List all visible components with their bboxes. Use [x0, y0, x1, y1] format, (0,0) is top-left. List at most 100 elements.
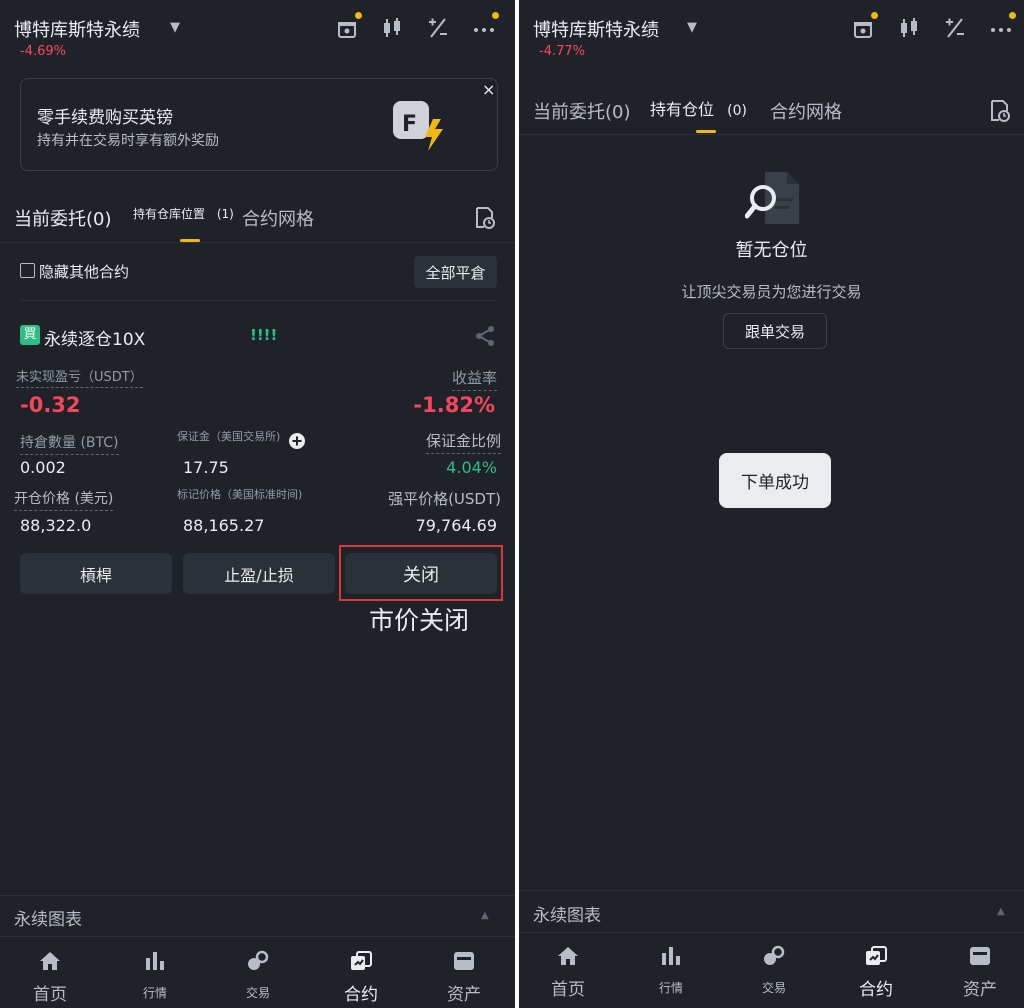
- chart-toggle-label[interactable]: 永续图表: [533, 901, 601, 926]
- copy-trading-button[interactable]: 跟单交易: [723, 313, 827, 349]
- close-all-button[interactable]: 全部平倉: [414, 256, 497, 288]
- wallet-icon: [452, 950, 476, 972]
- tabs-divider: [0, 242, 515, 243]
- market-icon: [143, 950, 167, 972]
- nav-markets[interactable]: 行情: [115, 950, 195, 1001]
- nav-markets[interactable]: 行情: [631, 945, 711, 996]
- price-change: -4.69%: [20, 44, 66, 59]
- margin-label: 保证金（美国交易所): [177, 430, 281, 443]
- history-icon[interactable]: [989, 99, 1011, 123]
- wallet-icon: [968, 945, 992, 967]
- position-name[interactable]: 永续逐仓10X: [44, 325, 145, 350]
- tpsl-button[interactable]: 止盈/止损: [183, 553, 335, 594]
- tab-positions[interactable]: 持有仓库位置 (1): [133, 205, 234, 222]
- tab-grid[interactable]: 合约网格: [242, 205, 314, 231]
- margin-ratio-value: 4.04%: [446, 458, 497, 477]
- nav-futures[interactable]: 合约: [321, 950, 401, 1005]
- pnl-label[interactable]: 未实现盈亏（USDT）: [16, 366, 143, 388]
- nav-divider: [519, 932, 1024, 933]
- nav-trade[interactable]: 交易: [734, 945, 814, 996]
- more-icon[interactable]: [472, 12, 499, 40]
- buy-badge: 買: [20, 325, 40, 345]
- nav-home[interactable]: 首页: [10, 950, 90, 1005]
- roi-label[interactable]: 收益率: [451, 367, 497, 391]
- gift-icon[interactable]: [335, 12, 362, 40]
- nav-futures-label: 合约: [859, 980, 893, 1000]
- candlestick-icon[interactable]: [380, 16, 404, 40]
- nav-home-label: 首页: [33, 985, 67, 1005]
- chart-toggle-label[interactable]: 永续图表: [14, 905, 82, 930]
- tab-positions-label: 持有仓位: [650, 100, 715, 119]
- nav-assets[interactable]: 资产: [424, 950, 504, 1005]
- empty-search-icon: [745, 170, 803, 226]
- nav-home[interactable]: 首页: [528, 945, 608, 1000]
- entry-price-value: 88,322.0: [20, 516, 92, 535]
- liq-price-label: 强平价格(USDT): [388, 490, 501, 508]
- toast-order-success: 下单成功: [719, 453, 831, 508]
- nav-markets-label: 行情: [142, 986, 167, 1000]
- footer-divider: [0, 895, 515, 896]
- promo-banner[interactable]: 零手续费购买英镑 持有并在交易时享有额外奖励 × F: [20, 78, 498, 171]
- pnl-value: -0.32: [20, 393, 81, 417]
- mark-price-label: 标记价格（美国标准时间): [177, 488, 303, 501]
- futures-icon: [349, 950, 373, 972]
- nav-trade-label: 交易: [761, 981, 786, 995]
- nav-futures-label: 合约: [344, 985, 378, 1005]
- tab-open-orders[interactable]: 当前委托(0): [14, 205, 112, 231]
- entry-price-label[interactable]: 开仓价格 (美元): [14, 488, 114, 511]
- chevron-up-icon[interactable]: ▲: [481, 910, 489, 921]
- promo-title: 零手续费购买英镑: [37, 108, 173, 128]
- tab-open-orders[interactable]: 当前委托(0): [533, 98, 631, 124]
- roi-value: -1.82%: [413, 393, 495, 417]
- lightning-coin-icon: F: [391, 97, 451, 153]
- candlestick-icon[interactable]: [897, 16, 921, 40]
- history-icon[interactable]: [474, 206, 496, 230]
- share-icon[interactable]: [474, 325, 496, 347]
- tab-active-indicator: [696, 130, 716, 133]
- nav-futures[interactable]: 合约: [836, 945, 916, 1000]
- promo-subtitle: 持有并在交易时享有额外奖励: [37, 133, 219, 149]
- contract-title[interactable]: 博特库斯特永绩: [14, 16, 140, 42]
- trade-icon: [762, 945, 786, 967]
- tab-grid[interactable]: 合约网格: [770, 98, 842, 124]
- chevron-down-icon[interactable]: ▼: [170, 20, 180, 35]
- trade-icon: [246, 950, 270, 972]
- home-icon: [556, 945, 580, 967]
- tabs-divider: [519, 134, 1024, 135]
- tab-positions[interactable]: 持有仓位 (0): [650, 96, 747, 120]
- home-icon: [38, 950, 62, 972]
- hide-other-checkbox[interactable]: [20, 263, 35, 278]
- tab-positions-count: (0): [727, 103, 747, 119]
- nav-trade[interactable]: 交易: [218, 950, 298, 1001]
- left-screen: 博特库斯特永绩 ▼ -4.69% 零手续费购买英镑 持有并在交易时享有额外奖励 …: [0, 0, 515, 1008]
- add-margin-icon[interactable]: [288, 432, 306, 450]
- more-icon[interactable]: [989, 12, 1016, 40]
- chevron-up-icon[interactable]: ▲: [997, 906, 1005, 917]
- margin-ratio-label[interactable]: 保证金比例: [425, 430, 501, 454]
- nav-assets-label: 资产: [963, 980, 997, 1000]
- chevron-down-icon[interactable]: ▼: [687, 20, 697, 35]
- leverage-button[interactable]: 槓桿: [20, 553, 172, 594]
- close-icon[interactable]: ×: [482, 80, 495, 99]
- empty-title: 暂无仓位: [735, 240, 808, 261]
- calculator-icon[interactable]: [943, 16, 967, 40]
- hide-other-label: 隐藏其他合约: [39, 263, 130, 281]
- right-screen: 博特库斯特永绩 ▼ -4.77% 当前委托(0) 持有仓位 (0) 合约网格 暂…: [519, 0, 1024, 1008]
- price-change: -4.77%: [539, 44, 585, 59]
- nav-assets-label: 资产: [447, 985, 481, 1005]
- svg-text:F: F: [402, 112, 417, 137]
- tab-positions-count: (1): [216, 207, 234, 221]
- qty-label[interactable]: 持倉數量 (BTC): [20, 432, 119, 455]
- close-position-button[interactable]: 关闭: [345, 553, 497, 594]
- nav-divider: [0, 936, 515, 937]
- nav-markets-label: 行情: [658, 981, 683, 995]
- position-divider: [20, 300, 497, 301]
- tab-positions-label: 持有仓库位置: [133, 207, 206, 221]
- nav-home-label: 首页: [551, 980, 585, 1000]
- gift-icon[interactable]: [851, 12, 878, 40]
- annotation-market-close: 市价关闭: [369, 606, 470, 635]
- nav-assets[interactable]: 资产: [940, 945, 1020, 1000]
- footer-divider: [519, 890, 1024, 891]
- contract-title[interactable]: 博特库斯特永绩: [533, 16, 659, 42]
- calculator-icon[interactable]: [426, 16, 450, 40]
